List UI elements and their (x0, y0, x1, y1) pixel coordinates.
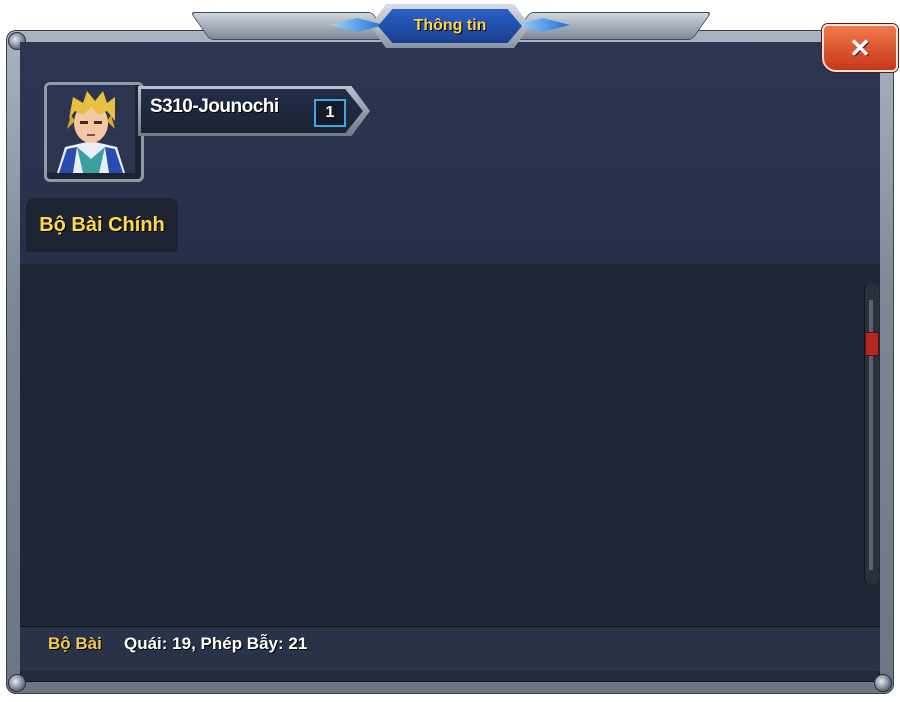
deck-card-area (20, 264, 880, 626)
player-avatar[interactable] (44, 82, 144, 182)
deck-label: Bộ Bài (48, 634, 102, 653)
tab-main-deck[interactable]: Bộ Bài Chính (26, 198, 178, 252)
tab-main-deck-label: Bộ Bài Chính (39, 213, 165, 236)
player-level-badge: 1 (314, 99, 346, 127)
frame-rivet (874, 674, 892, 692)
title-badge: Thông tin (378, 9, 522, 43)
player-name: S310-Jounochi (150, 96, 279, 117)
close-icon: ✕ (849, 33, 871, 63)
close-button[interactable]: ✕ (822, 24, 898, 72)
avatar-portrait-icon (47, 85, 135, 173)
dialog-title: Thông tin (413, 17, 487, 34)
scrollbar-thumb[interactable] (865, 332, 879, 356)
frame-rivet (8, 674, 26, 692)
deck-stats: Quái: 19, Phép Bẫy: 21 (124, 634, 308, 653)
